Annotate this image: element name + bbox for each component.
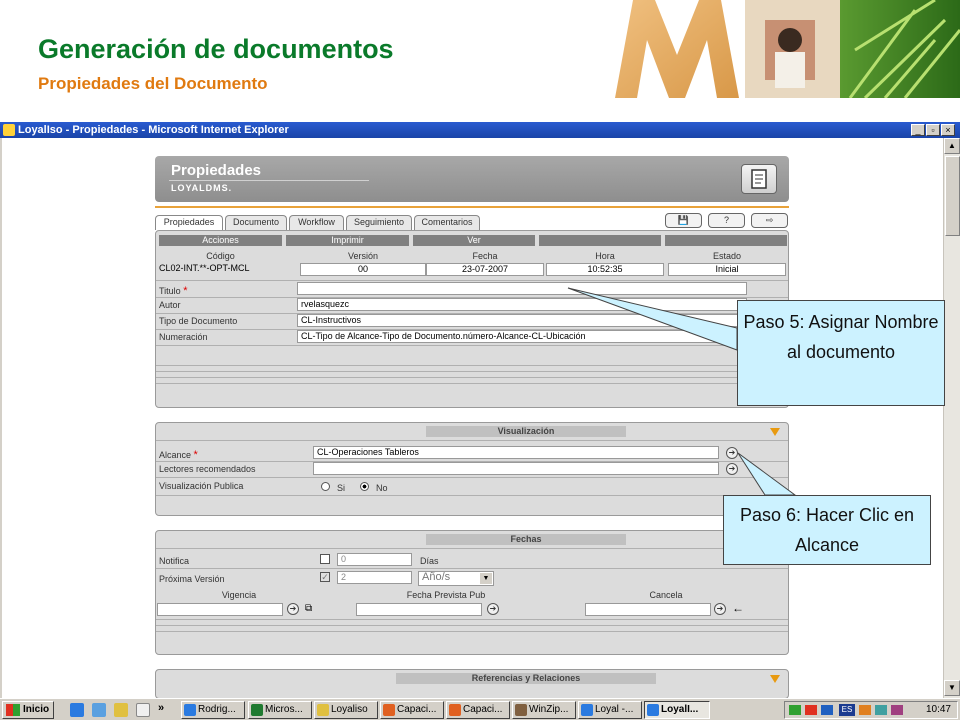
ie-icon [581, 704, 593, 716]
tray-speaker-icon[interactable] [875, 705, 887, 715]
tray-monitor-icon[interactable] [859, 705, 871, 715]
ie-icon [184, 704, 196, 716]
taskbar-label: WinZip... [529, 704, 569, 715]
callout-step5-pointer [567, 287, 738, 351]
callout-step6-pointer [737, 452, 797, 496]
taskbar-label: Rodrig... [198, 704, 236, 715]
start-label: Inicio [23, 704, 50, 715]
taskbar-item-8[interactable]: LoyalI... [644, 701, 710, 719]
windows-logo-icon [6, 704, 20, 716]
excel-icon [251, 704, 263, 716]
ie-quicklaunch-icon[interactable] [70, 703, 84, 717]
powerpoint-icon [449, 704, 461, 716]
system-tray: ES 10:47 [784, 701, 958, 719]
windows-taskbar: Inicio » Rodrig... Micros... Loyaliso Ca… [0, 698, 960, 720]
ie-icon [647, 704, 659, 716]
desktop-quicklaunch-icon[interactable] [136, 703, 150, 717]
taskbar-label: Capaci... [397, 704, 437, 715]
taskbar-item-7[interactable]: Loyal -... [578, 701, 642, 719]
taskbar-label: Micros... [265, 704, 303, 715]
taskbar-label: LoyalI... [661, 704, 699, 715]
callout-step6: Paso 6: Hacer Clic en Alcance [723, 495, 931, 565]
taskbar-item-4[interactable]: Capaci... [380, 701, 444, 719]
outlook-quicklaunch-icon[interactable] [92, 703, 106, 717]
start-button[interactable]: Inicio [2, 701, 54, 719]
tray-tool-icon[interactable] [891, 705, 903, 715]
quicklaunch-overflow[interactable]: » [158, 702, 164, 714]
taskbar-item-2[interactable]: Micros... [248, 701, 312, 719]
folder-icon [317, 704, 329, 716]
tray-antivirus-icon[interactable] [805, 705, 817, 715]
tray-app-icon[interactable] [821, 705, 833, 715]
callout-step5: Paso 5: Asignar Nombre al documento [737, 300, 945, 406]
taskbar-label: Capaci... [463, 704, 503, 715]
taskbar-label: Loyal -... [595, 704, 634, 715]
tray-network-icon[interactable] [789, 705, 801, 715]
winzip-icon [515, 704, 527, 716]
taskbar-label: Loyaliso [331, 704, 368, 715]
taskbar-item-3[interactable]: Loyaliso [314, 701, 378, 719]
taskbar-item-1[interactable]: Rodrig... [181, 701, 245, 719]
powerpoint-icon [383, 704, 395, 716]
search-quicklaunch-icon[interactable] [114, 703, 128, 717]
language-indicator[interactable]: ES [839, 704, 855, 716]
clock: 10:47 [925, 704, 951, 715]
taskbar-item-6[interactable]: WinZip... [512, 701, 576, 719]
taskbar-item-5[interactable]: Capaci... [446, 701, 510, 719]
